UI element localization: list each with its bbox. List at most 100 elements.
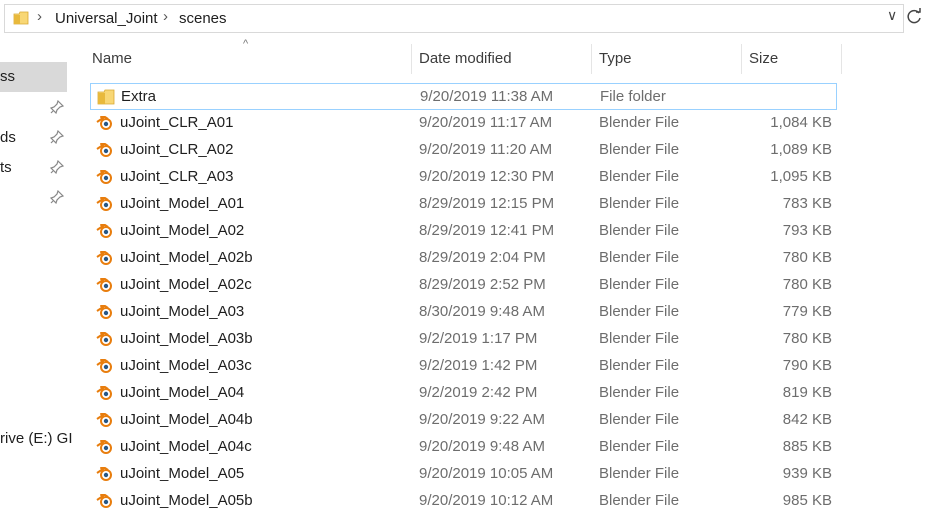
file-row[interactable]: uJoint_Model_A02c 8/29/2019 2:52 PM Blende…: [90, 272, 837, 299]
breadcrumb-scenes[interactable]: scenes: [179, 10, 227, 27]
folder-icon: [97, 89, 115, 105]
file-size: 783 KB: [782, 195, 832, 212]
folder-icon: [13, 11, 29, 25]
file-type: Blender File: [599, 303, 680, 320]
file-row[interactable]: uJoint_Model_A05 9/20/2019 10:05 AM Blende…: [90, 461, 837, 488]
column-header-name[interactable]: Name: [92, 44, 132, 74]
file-type: Blender File: [599, 465, 680, 482]
breadcrumb-universal-joint[interactable]: Universal_Joint: [55, 10, 158, 27]
nav-item-label[interactable]: ts: [0, 159, 12, 176]
blender-icon: [96, 305, 112, 319]
file-name: uJoint_Model_A03c: [120, 357, 252, 374]
file-name: uJoint_Model_A05: [120, 465, 245, 482]
file-type: Blender File: [599, 411, 680, 428]
navigation-pane: ss ds ts rive (E:) GI: [0, 40, 75, 532]
file-size: 779 KB: [782, 303, 832, 320]
file-type: Blender File: [599, 249, 680, 266]
file-row[interactable]: uJoint_CLR_A02 9/20/2019 11:20 AM Blender …: [90, 137, 837, 164]
file-date-modified: 8/29/2019 12:41 PM: [419, 222, 555, 239]
file-row[interactable]: uJoint_Model_A04c 9/20/2019 9:48 AM Blende…: [90, 434, 837, 461]
blender-icon: [96, 359, 112, 373]
pin-icon[interactable]: [50, 130, 64, 144]
file-size: 793 KB: [782, 222, 832, 239]
nav-item-label: ss: [0, 68, 15, 85]
column-header-type[interactable]: Type: [599, 44, 632, 74]
file-size: 780 KB: [782, 249, 832, 266]
file-row[interactable]: uJoint_Model_A05b 9/20/2019 10:12 AM Blend…: [90, 488, 837, 515]
nav-item-drive-e[interactable]: rive (E:) GI: [0, 430, 73, 447]
blender-icon: [96, 197, 112, 211]
file-name: uJoint_CLR_A01: [120, 114, 234, 131]
file-size: 842 KB: [782, 411, 832, 428]
file-date-modified: 9/20/2019 11:20 AM: [419, 141, 553, 158]
nav-item-selected[interactable]: ss: [0, 62, 67, 92]
file-type: Blender File: [599, 141, 680, 158]
column-divider[interactable]: [741, 44, 742, 74]
file-name: uJoint_Model_A02c: [120, 276, 252, 293]
file-date-modified: 8/29/2019 2:52 PM: [419, 276, 546, 293]
pin-icon[interactable]: [50, 160, 64, 174]
file-row[interactable]: uJoint_Model_A04b 9/20/2019 9:22 AM Blende…: [90, 407, 837, 434]
blender-icon: [96, 116, 112, 130]
file-name: uJoint_CLR_A02: [120, 141, 234, 158]
file-type: Blender File: [599, 384, 680, 401]
file-size: 985 KB: [782, 492, 832, 509]
blender-icon: [96, 278, 112, 292]
blender-icon: [96, 143, 112, 157]
file-name: uJoint_Model_A02: [120, 222, 245, 239]
file-row[interactable]: uJoint_Model_A02 8/29/2019 12:41 PM Blende…: [90, 218, 837, 245]
sort-ascending-icon: ^: [243, 38, 249, 50]
chevron-right-icon[interactable]: ›: [163, 8, 168, 25]
column-header-date[interactable]: Date modified: [419, 44, 512, 74]
file-row[interactable]: uJoint_Model_A03c 9/2/2019 1:42 PM Blender…: [90, 353, 837, 380]
file-date-modified: 8/29/2019 2:04 PM: [419, 249, 546, 266]
refresh-icon[interactable]: [905, 8, 923, 26]
file-date-modified: 8/30/2019 9:48 AM: [419, 303, 545, 320]
chevron-right-icon[interactable]: ›: [37, 8, 42, 25]
file-name: uJoint_Model_A04b: [120, 411, 253, 428]
file-name: uJoint_Model_A04c: [120, 438, 252, 455]
file-name: uJoint_Model_A03b: [120, 330, 253, 347]
blender-icon: [96, 440, 112, 454]
file-type: Blender File: [599, 222, 680, 239]
chevron-down-icon[interactable]: ∨: [887, 7, 897, 24]
file-size: 819 KB: [782, 384, 832, 401]
file-row[interactable]: Extra 9/20/2019 11:38 AM File folder: [90, 83, 837, 110]
column-divider[interactable]: [841, 44, 842, 74]
file-type: Blender File: [599, 438, 680, 455]
file-row[interactable]: uJoint_CLR_A01 9/20/2019 11:17 AM Blender …: [90, 110, 837, 137]
nav-item-label[interactable]: ds: [0, 129, 16, 146]
file-row[interactable]: uJoint_Model_A02b 8/29/2019 2:04 PM Blende…: [90, 245, 837, 272]
file-size: 780 KB: [782, 330, 832, 347]
file-date-modified: 9/2/2019 2:42 PM: [419, 384, 538, 401]
file-date-modified: 9/20/2019 10:05 AM: [419, 465, 554, 482]
file-row[interactable]: uJoint_Model_A03b 9/2/2019 1:17 PM Blender…: [90, 326, 837, 353]
column-divider[interactable]: [411, 44, 412, 74]
file-type: Blender File: [599, 195, 680, 212]
column-divider[interactable]: [591, 44, 592, 74]
file-name: uJoint_Model_A02b: [120, 249, 253, 266]
file-date-modified: 9/2/2019 1:42 PM: [419, 357, 538, 374]
address-bar[interactable]: › Universal_Joint › scenes ∨: [4, 4, 904, 33]
file-row[interactable]: uJoint_CLR_A03 9/20/2019 12:30 PM Blender …: [90, 164, 837, 191]
file-row[interactable]: uJoint_Model_A04 9/2/2019 2:42 PM Blender …: [90, 380, 837, 407]
blender-icon: [96, 467, 112, 481]
blender-icon: [96, 332, 112, 346]
blender-icon: [96, 494, 112, 508]
file-name: Extra: [121, 88, 157, 105]
file-type: Blender File: [599, 114, 680, 131]
column-header-size[interactable]: Size: [749, 44, 778, 74]
file-row[interactable]: uJoint_Model_A01 8/29/2019 12:15 PM Blende…: [90, 191, 837, 218]
pin-icon[interactable]: [50, 190, 64, 204]
file-name: uJoint_Model_A01: [120, 195, 245, 212]
file-name: uJoint_Model_A03: [120, 303, 245, 320]
file-date-modified: 9/2/2019 1:17 PM: [419, 330, 538, 347]
file-size: 780 KB: [782, 276, 832, 293]
pin-icon[interactable]: [50, 100, 64, 114]
file-row[interactable]: uJoint_Model_A03 8/30/2019 9:48 AM Blender…: [90, 299, 837, 326]
file-date-modified: 9/20/2019 10:12 AM: [419, 492, 554, 509]
file-date-modified: 8/29/2019 12:15 PM: [419, 195, 555, 212]
blender-icon: [96, 386, 112, 400]
file-size: 790 KB: [782, 357, 832, 374]
file-date-modified: 9/20/2019 11:38 AM: [420, 88, 554, 105]
